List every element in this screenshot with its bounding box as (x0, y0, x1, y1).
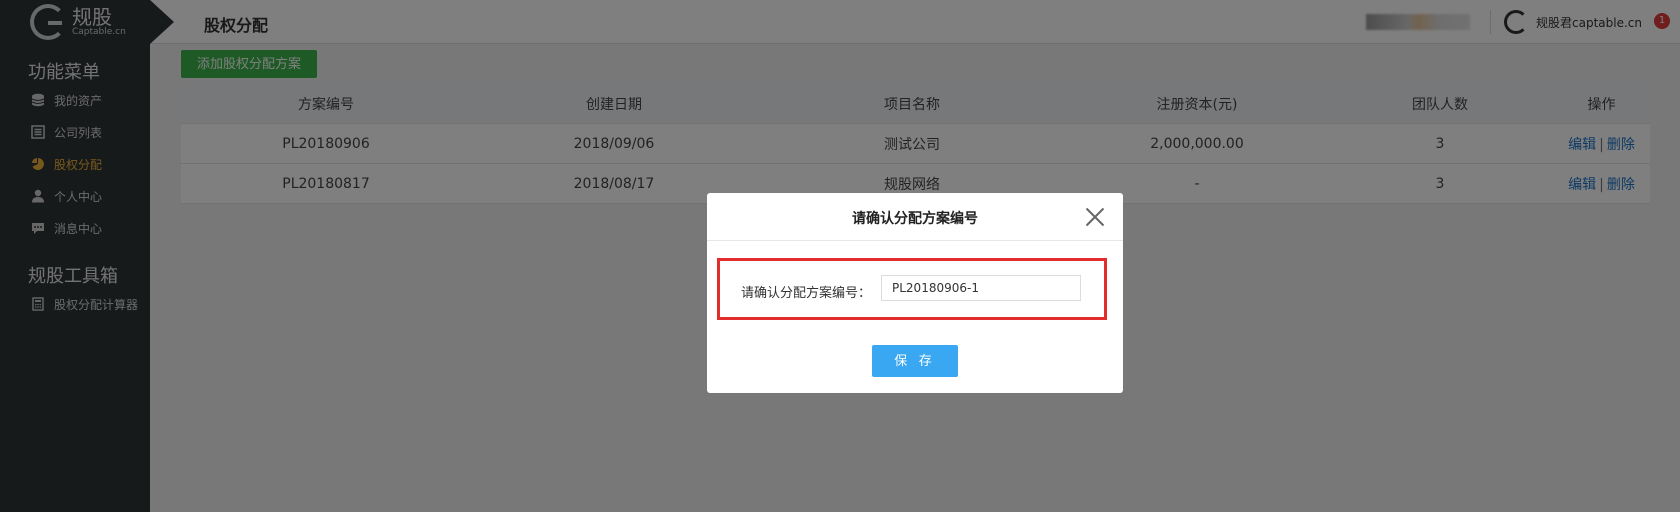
plan-id-field-group: 请确认分配方案编号： (717, 258, 1107, 320)
confirm-plan-id-dialog: 请确认分配方案编号 请确认分配方案编号： 保 存 (707, 193, 1123, 393)
plan-id-input[interactable] (881, 275, 1081, 301)
save-button[interactable]: 保 存 (872, 345, 958, 377)
close-icon[interactable] (1085, 207, 1105, 227)
dialog-title: 请确认分配方案编号 (852, 211, 978, 227)
dialog-header: 请确认分配方案编号 (707, 193, 1123, 241)
plan-id-label: 请确认分配方案编号： (741, 286, 872, 301)
